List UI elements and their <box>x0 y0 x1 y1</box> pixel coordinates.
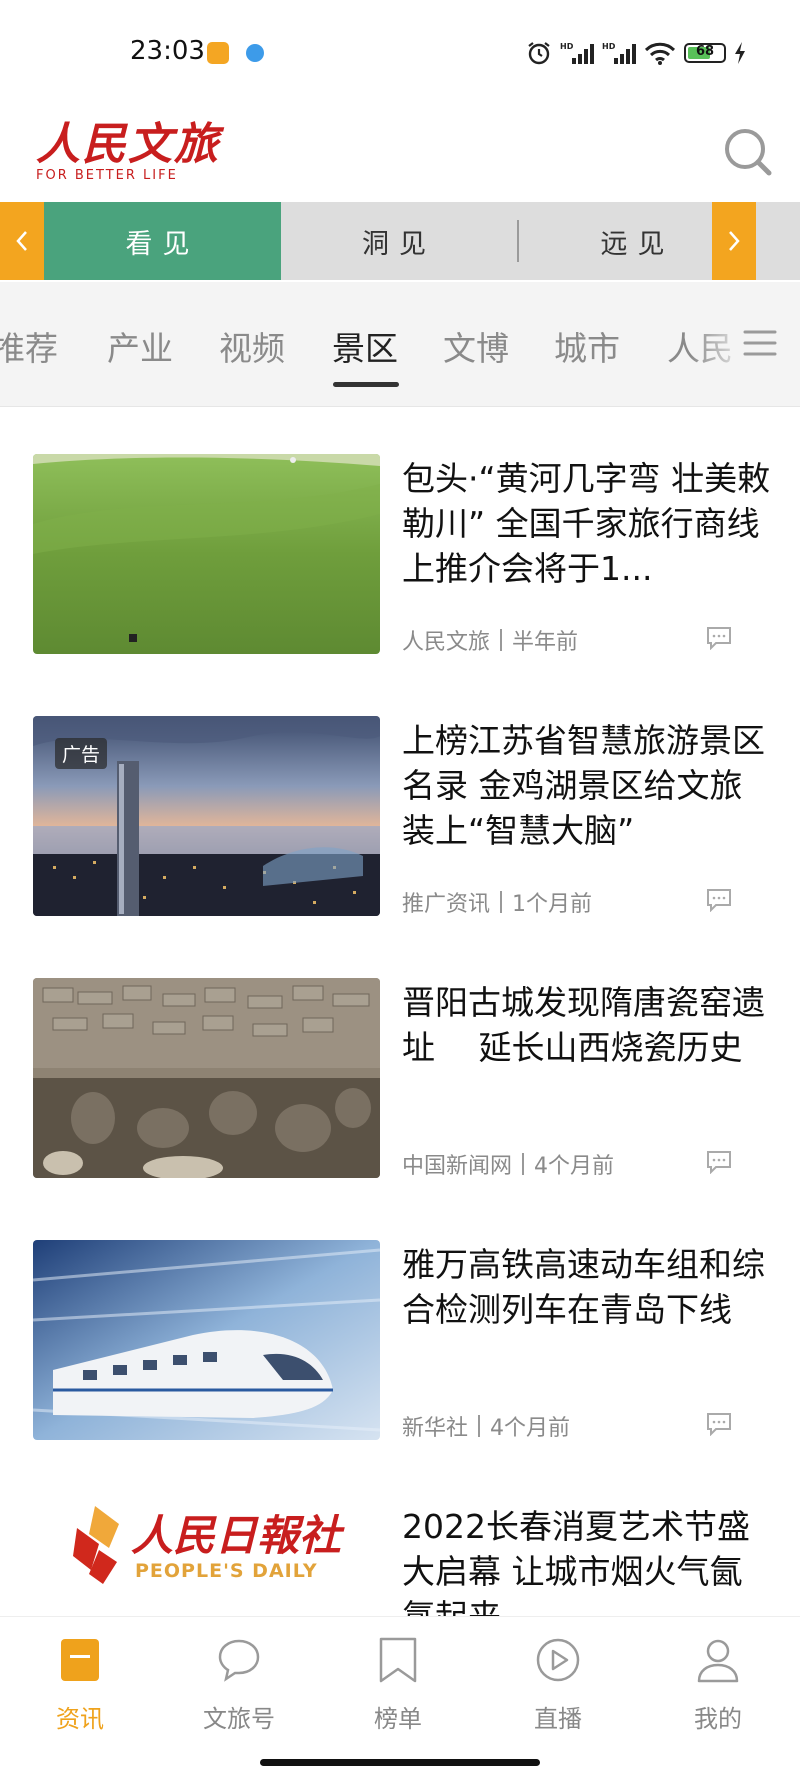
nav-label: 资讯 <box>56 1705 104 1733</box>
bookmark-icon <box>379 1637 417 1683</box>
nav-item-ranking[interactable]: 榜单 <box>348 1637 448 1734</box>
news-title[interactable]: 晋阳古城发现隋唐瓷窑遗址 延长山西烧瓷历史 <box>402 980 774 1070</box>
news-source: 推广资讯 <box>402 892 491 917</box>
comment-icon <box>707 627 731 651</box>
search-icon <box>725 129 772 176</box>
news-title[interactable]: 包头·“黄河几字弯 壮美敕勒川” 全国千家旅行商线上推介会将于1... <box>402 456 774 591</box>
hd-signal-icon: HD <box>560 42 594 64</box>
bottom-navigation: 资讯 文旅号 榜单 直播 我的 <box>0 1616 800 1779</box>
news-meta: 新华社 4个月前 <box>402 1410 570 1442</box>
nav-label: 榜单 <box>374 1705 422 1733</box>
category-tab-video[interactable]: 视频 <box>219 322 285 370</box>
nav-label: 直播 <box>534 1705 582 1733</box>
news-time: 半年前 <box>512 630 579 655</box>
comment-button[interactable] <box>706 626 732 651</box>
chevron-left-icon <box>16 231 27 251</box>
category-tab-scenic[interactable]: 景区 <box>332 322 398 370</box>
status-time: 23:03 <box>130 36 205 66</box>
news-source: 人民文旅 <box>402 630 491 655</box>
section-switcher: 看见 洞见 远见 <box>0 202 800 280</box>
logo-text: 人民文旅 <box>36 119 220 170</box>
hd-signal-icon: HD <box>602 42 636 64</box>
comment-icon <box>707 1151 731 1175</box>
category-menu-button[interactable] <box>742 328 778 358</box>
nav-label: 我的 <box>694 1705 742 1733</box>
active-tab-indicator <box>333 382 399 387</box>
news-item[interactable]: 晋阳古城发现隋唐瓷窑遗址 延长山西烧瓷历史 中国新闻网 4个月前 <box>0 978 800 1240</box>
comment-icon <box>707 1413 731 1437</box>
svg-text:HD: HD <box>602 42 616 51</box>
logo-en: PEOPLE'S DAILY <box>135 1560 318 1582</box>
svg-text:HD: HD <box>560 42 574 51</box>
segment-next-button[interactable] <box>712 202 756 280</box>
play-icon <box>536 1638 580 1682</box>
category-tab-museum[interactable]: 文博 <box>443 322 509 370</box>
segment-tab-dongjian[interactable]: 洞见 <box>281 202 517 280</box>
news-item[interactable]: 包头·“黄河几字弯 壮美敕勒川” 全国千家旅行商线上推介会将于1... 人民文旅… <box>0 454 800 716</box>
meta-separator <box>500 629 503 651</box>
search-button[interactable] <box>722 126 774 178</box>
news-meta: 人民文旅 半年前 <box>402 624 578 656</box>
notification-browser-icon <box>246 44 264 62</box>
comment-button[interactable] <box>706 888 732 913</box>
news-time: 4个月前 <box>490 1416 571 1441</box>
nav-item-wenlvhao[interactable]: 文旅号 <box>189 1637 289 1734</box>
chat-bubble-icon <box>218 1639 260 1682</box>
comment-icon <box>707 889 731 913</box>
logo-tagline: FOR BETTER LIFE <box>36 168 178 183</box>
alarm-icon <box>528 42 550 65</box>
news-time: 4个月前 <box>534 1154 615 1179</box>
battery-level: 68 <box>695 44 715 59</box>
news-item[interactable]: 雅万高铁高速动车组和综合检测列车在青岛下线 新华社 4个月前 <box>0 1240 800 1502</box>
news-time: 1个月前 <box>512 892 593 917</box>
news-thumbnail[interactable] <box>33 1240 380 1440</box>
high-speed-train-photo <box>33 1240 380 1440</box>
meta-separator <box>522 1153 525 1175</box>
news-item[interactable]: 广告 上榜江苏省智慧旅游景区名录 金鸡湖景区给文旅装上“智慧大脑” 推广资讯 1… <box>0 716 800 978</box>
battery-icon: 68 <box>684 43 726 63</box>
user-icon <box>697 1639 739 1683</box>
menu-icon <box>743 330 777 356</box>
category-tabs: 推荐 产业 视频 景区 文博 城市 人民 <box>0 282 800 407</box>
category-tab-recommend[interactable]: 推荐 <box>0 322 58 370</box>
segment-prev-button[interactable] <box>0 202 44 280</box>
nav-label: 文旅号 <box>203 1705 275 1733</box>
nav-item-news[interactable]: 资讯 <box>30 1637 130 1734</box>
chevron-right-icon <box>729 231 740 251</box>
news-meta: 中国新闻网 4个月前 <box>402 1148 614 1180</box>
wifi-icon <box>644 42 676 65</box>
meta-separator <box>500 891 503 913</box>
status-icons: HD HD 68 <box>526 36 746 70</box>
news-title[interactable]: 雅万高铁高速动车组和综合检测列车在青岛下线 <box>402 1242 774 1332</box>
peoples-daily-logo: 人民日報社 PEOPLE'S DAILY <box>69 1502 369 1612</box>
news-title[interactable]: 2022长春消夏艺术节盛大启幕 让城市烟火气氤氲起来 <box>402 1504 774 1616</box>
segment-tab-kanjian[interactable]: 看见 <box>44 202 281 280</box>
news-thumbnail[interactable]: 广告 <box>33 716 380 916</box>
peoples-daily-emblem <box>73 1506 119 1584</box>
comment-button[interactable] <box>706 1412 732 1437</box>
app-logo: 人民文旅 FOR BETTER LIFE <box>32 108 232 188</box>
news-title[interactable]: 上榜江苏省智慧旅游景区名录 金鸡湖景区给文旅装上“智慧大脑” <box>402 718 774 853</box>
news-thumbnail[interactable] <box>33 978 380 1178</box>
grassland-photo <box>33 454 380 654</box>
kiln-ruins-photo <box>33 978 380 1178</box>
news-icon <box>61 1639 99 1681</box>
home-indicator[interactable] <box>260 1759 540 1766</box>
ad-badge: 广告 <box>55 738 108 769</box>
meta-separator <box>478 1415 481 1437</box>
news-thumbnail[interactable] <box>33 454 380 654</box>
notification-app-icon <box>207 42 229 64</box>
charging-icon <box>735 42 745 64</box>
nav-item-profile[interactable]: 我的 <box>668 1637 768 1734</box>
logo-cn: 人民日報社 <box>131 1511 342 1560</box>
category-tab-city[interactable]: 城市 <box>554 322 620 370</box>
comment-button[interactable] <box>706 1150 732 1175</box>
news-meta: 推广资讯 1个月前 <box>402 886 592 918</box>
status-bar: 23:03 HD HD 68 <box>0 0 800 100</box>
news-source: 中国新闻网 <box>402 1154 513 1179</box>
news-source: 新华社 <box>402 1416 469 1441</box>
nav-item-live[interactable]: 直播 <box>508 1637 608 1734</box>
category-tab-industry[interactable]: 产业 <box>107 322 173 370</box>
